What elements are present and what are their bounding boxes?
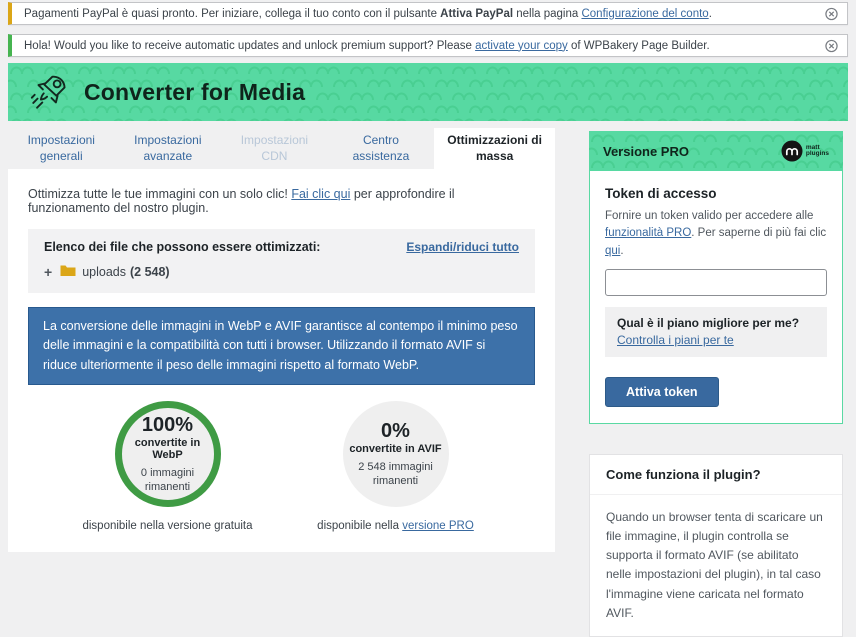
rocket-icon bbox=[28, 70, 70, 115]
folder-name: uploads bbox=[82, 265, 126, 279]
dismiss-icon[interactable] bbox=[824, 38, 839, 53]
tab-impostazioni-cdn: Impostazioni CDN bbox=[221, 128, 328, 169]
intro-text: Ottimizza tutte le tue immagini con un s… bbox=[28, 187, 535, 215]
tab-impostazioni-generali[interactable]: Impostazioni generali bbox=[8, 128, 115, 169]
pro-version-title: Versione PRO bbox=[603, 144, 689, 159]
page-title: Converter for Media bbox=[84, 79, 305, 106]
settings-tabs: Impostazioni generali Impostazioni avanz… bbox=[8, 128, 555, 169]
plan-question: Qual è il piano migliore per me? bbox=[617, 316, 815, 330]
expand-plus-icon[interactable]: + bbox=[44, 265, 52, 279]
dismiss-icon[interactable] bbox=[824, 6, 839, 21]
plan-suggestion-box: Qual è il piano migliore per me? Control… bbox=[605, 307, 827, 357]
sidebar: Versione PRO matt plugins Token di acces… bbox=[589, 131, 843, 637]
how-it-works-text: Quando un browser tenta di scaricare un … bbox=[590, 495, 842, 636]
token-input[interactable] bbox=[605, 269, 827, 296]
pro-version-header: Versione PRO matt plugins bbox=[589, 131, 843, 171]
avif-progress-column: 0% convertite in AVIF 2 548 immagini rim… bbox=[306, 401, 486, 532]
webp-remaining: 0 immagini rimanenti bbox=[125, 466, 211, 495]
avif-label: convertite in AVIF bbox=[349, 443, 441, 455]
file-list-box: Elenco dei file che possono essere ottim… bbox=[28, 229, 535, 293]
file-tree-row-uploads[interactable]: + uploads (2 548) bbox=[44, 264, 519, 280]
mattplugins-logo: matt plugins bbox=[781, 140, 829, 162]
webp-progress-column: 100% convertite in WebP 0 immagini riman… bbox=[78, 401, 258, 532]
bulk-optimization-panel: Ottimizza tutte le tue immagini con un s… bbox=[8, 169, 555, 552]
avif-progress-circle: 0% convertite in AVIF 2 548 immagini rim… bbox=[343, 401, 449, 507]
plugin-header-banner: Converter for Media bbox=[8, 63, 848, 121]
link-qui[interactable]: qui bbox=[605, 245, 620, 257]
tab-impostazioni-avanzate[interactable]: Impostazioni avanzate bbox=[115, 128, 222, 169]
webp-progress-circle: 100% convertite in WebP 0 immagini riman… bbox=[115, 401, 221, 507]
pro-version-body: Token di accesso Fornire un token valido… bbox=[590, 171, 842, 423]
avif-percent: 0% bbox=[381, 420, 410, 442]
link-controlla-piani[interactable]: Controlla i piani per te bbox=[617, 333, 734, 347]
expand-collapse-all-link[interactable]: Espandi/riduci tutto bbox=[406, 240, 519, 254]
link-activate-copy[interactable]: activate your copy bbox=[475, 40, 568, 52]
mattplugins-logo-text: matt plugins bbox=[806, 145, 829, 158]
notice-paypal-text: Pagamenti PayPal è quasi pronto. Per ini… bbox=[24, 8, 712, 20]
webp-availability-caption: disponibile nella versione gratuita bbox=[82, 520, 252, 532]
webp-percent: 100% bbox=[142, 414, 193, 436]
conversion-progress: 100% convertite in WebP 0 immagini riman… bbox=[28, 401, 535, 532]
token-heading: Token di accesso bbox=[605, 186, 827, 201]
webp-avif-info-box: La conversione delle immagini in WebP e … bbox=[28, 307, 535, 385]
mattplugins-mark-icon bbox=[781, 140, 803, 162]
link-account-configuration[interactable]: Configurazione del conto bbox=[581, 8, 708, 20]
notice-wpbakery: Hola! Would you like to receive automati… bbox=[8, 34, 848, 57]
how-it-works-heading: Come funziona il plugin? bbox=[590, 455, 842, 495]
attiva-token-button[interactable]: Attiva token bbox=[605, 377, 719, 407]
link-versione-pro[interactable]: versione PRO bbox=[402, 520, 474, 532]
how-it-works-box: Come funziona il plugin? Quando un brows… bbox=[589, 454, 843, 637]
folder-icon bbox=[60, 264, 76, 280]
tab-ottimizzazioni-di-massa[interactable]: Ottimizzazioni di massa bbox=[434, 128, 555, 169]
tab-centro-assistenza[interactable]: Centro assistenza bbox=[328, 128, 435, 169]
link-fai-clic-qui[interactable]: Fai clic qui bbox=[291, 187, 350, 201]
pro-version-box: Versione PRO matt plugins Token di acces… bbox=[589, 131, 843, 424]
token-description: Fornire un token valido per accedere all… bbox=[605, 208, 827, 260]
link-funzionalita-pro[interactable]: funzionalità PRO bbox=[605, 227, 691, 239]
file-list-title: Elenco dei file che possono essere ottim… bbox=[44, 240, 320, 254]
webp-label: convertite in WebP bbox=[122, 437, 214, 461]
notice-wpbakery-text: Hola! Would you like to receive automati… bbox=[24, 40, 710, 52]
file-count: (2 548) bbox=[130, 265, 170, 279]
notice-paypal: Pagamenti PayPal è quasi pronto. Per ini… bbox=[8, 2, 848, 25]
avif-availability-caption: disponibile nella versione PRO bbox=[317, 520, 474, 532]
avif-remaining: 2 548 immagini rimanenti bbox=[353, 460, 439, 489]
